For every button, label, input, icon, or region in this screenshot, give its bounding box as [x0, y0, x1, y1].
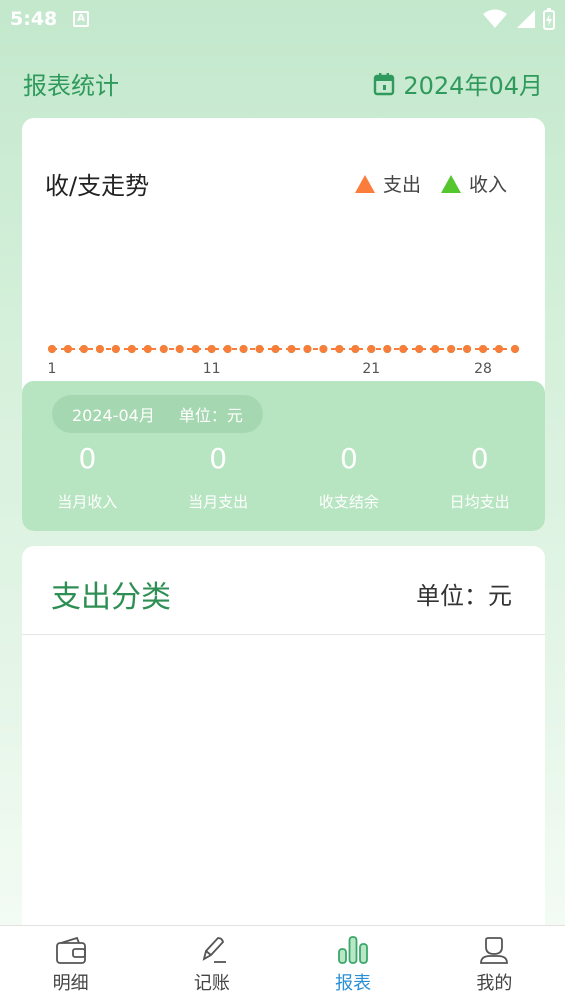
data-point[interactable]: [63, 345, 72, 353]
calendar-icon: [374, 72, 395, 95]
summary-panel: 2024-04月 单位：元 0 当月收入 0 当月支出 0 收支结余 0 日均支…: [22, 381, 545, 531]
data-point[interactable]: [127, 345, 136, 353]
summary-pill: 2024-04月 单位：元: [52, 395, 263, 433]
stat-label: 当月支出: [188, 493, 249, 511]
summary-stats: 0 当月收入 0 当月支出 0 收支结余 0 日均支出: [22, 439, 545, 512]
data-point[interactable]: [463, 345, 472, 353]
data-point[interactable]: [223, 345, 232, 353]
category-card: 支出分类 单位：元: [22, 546, 545, 926]
data-point[interactable]: [175, 345, 184, 353]
data-point[interactable]: [271, 345, 280, 353]
data-point[interactable]: [143, 345, 152, 353]
wallet-icon: [55, 936, 86, 964]
divider: [22, 634, 545, 635]
month-picker[interactable]: 2024年04月: [373, 66, 543, 101]
data-point[interactable]: [239, 345, 248, 353]
data-point[interactable]: [447, 345, 456, 353]
nav-item-record[interactable]: 记账: [141, 926, 282, 1004]
data-point[interactable]: [79, 345, 88, 353]
x-tick-label: 21: [362, 361, 380, 377]
summary-unit: 单位：元: [178, 406, 243, 425]
bar-chart-icon: [338, 936, 369, 964]
stat-value: 0: [209, 442, 228, 475]
data-point[interactable]: [431, 345, 440, 353]
stat-label: 日均支出: [449, 493, 510, 511]
trend-chart: 1 11 21 28: [48, 345, 519, 377]
nav-label: 我的: [476, 973, 513, 994]
data-point[interactable]: [255, 345, 264, 353]
stat-value: 0: [78, 442, 97, 475]
data-point[interactable]: [303, 345, 312, 353]
bottom-nav: 明细 记账 报表 我的: [0, 925, 565, 1004]
status-time: 5:48: [10, 8, 58, 30]
trend-card: 收/支走势 支出 收入 1 11 21 28 2024-04月 单位：元 0 当月收入…: [22, 118, 545, 531]
data-point[interactable]: [351, 345, 360, 353]
status-icons: [483, 8, 555, 30]
stat-label: 收支结余: [318, 493, 379, 511]
keyboard-icon: A: [73, 11, 89, 27]
nav-label: 报表: [335, 973, 372, 994]
data-point[interactable]: [159, 345, 168, 353]
nav-item-reports[interactable]: 报表: [283, 926, 424, 1004]
signal-icon: [517, 10, 535, 28]
nav-item-details[interactable]: 明细: [0, 926, 141, 1004]
summary-month: 2024-04月: [72, 406, 155, 425]
pencil-icon: [202, 937, 226, 963]
data-point[interactable]: [111, 345, 120, 353]
battery-icon: [543, 8, 555, 30]
stat-balance: 0 收支结余: [284, 439, 415, 512]
data-point[interactable]: [399, 345, 408, 353]
data-point[interactable]: [383, 345, 392, 353]
nav-label: 记账: [193, 973, 230, 994]
month-picker-label: 2024年04月: [403, 72, 543, 100]
data-point[interactable]: [335, 345, 344, 353]
stat-value: 0: [470, 442, 489, 475]
data-point[interactable]: [191, 345, 200, 353]
category-title: 支出分类: [51, 580, 171, 615]
data-point[interactable]: [95, 345, 104, 353]
data-point[interactable]: [319, 345, 328, 353]
data-point[interactable]: [367, 345, 376, 353]
status-bar: 5:48 A: [0, 0, 565, 38]
nav-item-mine[interactable]: 我的: [424, 926, 565, 1004]
stat-label: 当月收入: [57, 493, 118, 511]
data-point[interactable]: [511, 345, 519, 353]
x-tick-label: 1: [48, 361, 57, 377]
category-unit: 单位：元: [416, 582, 512, 610]
data-point[interactable]: [287, 345, 296, 353]
page-title: 报表统计: [23, 72, 119, 100]
wifi-icon: [483, 9, 507, 28]
stat-month-income: 0 当月收入: [22, 439, 153, 512]
nav-label: 明细: [52, 973, 89, 994]
data-point[interactable]: [479, 345, 488, 353]
stat-month-expense: 0 当月支出: [153, 439, 284, 512]
data-point[interactable]: [207, 345, 216, 353]
data-point[interactable]: [48, 345, 56, 353]
stat-daily-expense: 0 日均支出: [414, 439, 545, 512]
x-tick-label: 11: [203, 361, 221, 377]
data-point[interactable]: [495, 345, 504, 353]
stat-value: 0: [339, 442, 358, 475]
user-icon: [480, 937, 509, 964]
data-point[interactable]: [415, 345, 424, 353]
x-tick-label: 28: [474, 361, 492, 377]
